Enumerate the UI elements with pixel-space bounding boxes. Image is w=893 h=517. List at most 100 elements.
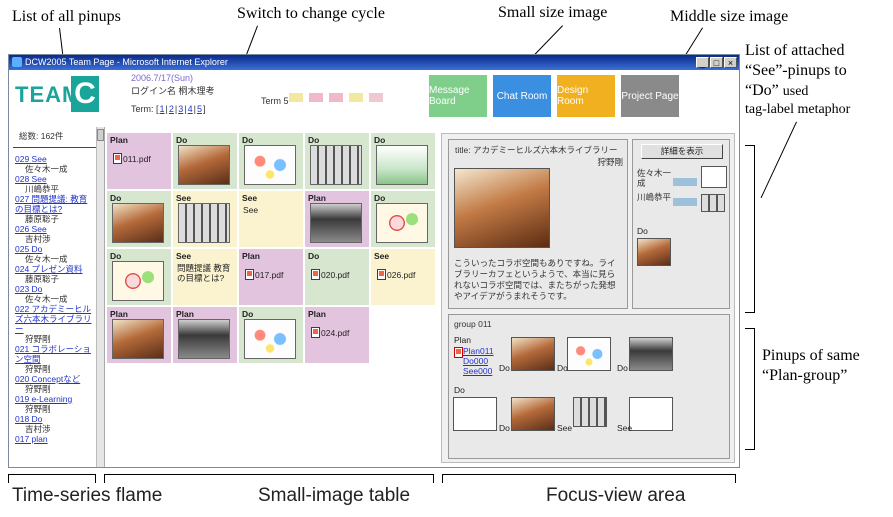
small-size-image[interactable] bbox=[178, 203, 230, 243]
pdf-file[interactable]: 017.pdf bbox=[245, 269, 283, 280]
timeline-item[interactable]: 018 Do 吉村渉 bbox=[9, 414, 93, 434]
timeline-link[interactable]: 026 See bbox=[15, 224, 47, 234]
term-swatches bbox=[289, 93, 383, 102]
group-thumb[interactable] bbox=[453, 397, 497, 431]
timeline-item[interactable]: 027 問題提議: 教育の目標とは? 藤原聡子 bbox=[9, 194, 93, 224]
middle-size-image[interactable] bbox=[454, 168, 550, 248]
pinup-cell[interactable]: See See bbox=[239, 191, 303, 247]
pdf-file[interactable]: 011.pdf bbox=[113, 153, 151, 164]
pinup-cell[interactable]: See 問題提議 教育の目標とは? bbox=[173, 249, 237, 305]
small-size-image[interactable] bbox=[310, 203, 362, 243]
group-thumb[interactable] bbox=[573, 397, 607, 427]
timeline-link[interactable]: 022 アカデミーヒルズ六本木ライブラリー bbox=[15, 304, 92, 334]
timeline-user: 吉村渉 bbox=[25, 234, 51, 244]
nav-message-board-button[interactable]: Message Board bbox=[429, 75, 487, 117]
pinup-cell[interactable]: Do bbox=[305, 133, 369, 189]
focus-author: 狩野剛 bbox=[597, 157, 623, 167]
timeline-link[interactable]: 029 See bbox=[15, 154, 47, 164]
pinup-cell[interactable]: Do bbox=[371, 191, 435, 247]
do-thumb[interactable] bbox=[637, 238, 671, 266]
pinup-cell[interactable]: Plan bbox=[305, 191, 369, 247]
tag-label[interactable] bbox=[673, 198, 697, 206]
pinup-cell[interactable]: Do bbox=[239, 307, 303, 363]
timeline-link[interactable]: 027 問題提議: 教育の目標とは? bbox=[15, 194, 87, 214]
timeline-link[interactable]: 020 Conceptなど bbox=[15, 374, 80, 384]
timeline-scrollbar[interactable] bbox=[96, 127, 104, 467]
small-size-image[interactable] bbox=[244, 319, 296, 359]
nav-design-room-button[interactable]: Design Room bbox=[557, 75, 615, 117]
timeline-item[interactable]: 017 plan bbox=[9, 434, 93, 444]
pinup-cell[interactable]: Plan 017.pdf bbox=[239, 249, 303, 305]
group-thumb[interactable] bbox=[511, 337, 555, 371]
timeline-link[interactable]: 024 プレゼン資料 bbox=[15, 264, 83, 274]
group-thumb[interactable] bbox=[629, 337, 673, 371]
timeline-item[interactable]: 026 See 吉村渉 bbox=[9, 224, 93, 244]
pinup-cell[interactable]: Plan 011.pdf bbox=[107, 133, 171, 189]
term-link-2[interactable]: 2 bbox=[169, 104, 174, 114]
pinup-cell[interactable]: Do bbox=[107, 249, 171, 305]
timeline-link[interactable]: 028 See bbox=[15, 174, 47, 184]
attached-thumb[interactable] bbox=[701, 194, 725, 212]
maximize-button[interactable]: □ bbox=[710, 57, 723, 68]
group-thumb[interactable] bbox=[511, 397, 555, 431]
pinup-cell[interactable]: Do bbox=[173, 133, 237, 189]
pinup-cell[interactable]: Plan 024.pdf bbox=[305, 307, 369, 363]
timeline-item[interactable]: 021 コラボレーション空間 狩野剛 bbox=[9, 344, 93, 374]
pinup-cell[interactable]: See bbox=[173, 191, 237, 247]
small-size-image[interactable] bbox=[178, 319, 230, 359]
group-thumb[interactable] bbox=[567, 337, 611, 371]
pinup-cell[interactable]: Do 020.pdf bbox=[305, 249, 369, 305]
small-size-image[interactable] bbox=[112, 261, 164, 301]
scroll-thumb[interactable] bbox=[97, 129, 104, 141]
term-link-4[interactable]: 4 bbox=[188, 104, 193, 114]
term-link-5[interactable]: 5 bbox=[197, 104, 202, 114]
timeline-link[interactable]: 019 e-Learning bbox=[15, 394, 72, 404]
pinup-cell[interactable]: Do bbox=[107, 191, 171, 247]
pinup-cell[interactable]: Do bbox=[239, 133, 303, 189]
timeline-link[interactable]: 018 Do bbox=[15, 414, 42, 424]
timeline-item[interactable]: 022 アカデミーヒルズ六本木ライブラリー 狩野剛 bbox=[9, 304, 93, 344]
small-size-image[interactable] bbox=[310, 145, 362, 185]
small-size-image[interactable] bbox=[376, 145, 428, 185]
focus-main-panel: title: アカデミーヒルズ六本木ライブラリー 狩野剛 こういったコラボ空間も… bbox=[448, 139, 628, 309]
group-link-plan[interactable]: Plan011 bbox=[463, 346, 494, 356]
show-detail-button[interactable]: 詳細を表示 bbox=[641, 144, 723, 159]
timeline-item[interactable]: 020 Conceptなど 狩野剛 bbox=[9, 374, 93, 394]
timeline-item[interactable]: 028 See 川嶋恭平 bbox=[9, 174, 93, 194]
close-button[interactable]: × bbox=[724, 57, 737, 68]
term-link-3[interactable]: 3 bbox=[178, 104, 183, 114]
timeline-link[interactable]: 025 Do bbox=[15, 244, 42, 254]
small-size-image[interactable] bbox=[112, 319, 164, 359]
small-size-image[interactable] bbox=[178, 145, 230, 185]
small-size-image[interactable] bbox=[112, 203, 164, 243]
term-link-1[interactable]: 1 bbox=[160, 104, 165, 114]
small-size-image[interactable] bbox=[244, 145, 296, 185]
timeline-link[interactable]: 023 Do bbox=[15, 284, 42, 294]
group-link-see[interactable]: See000 bbox=[463, 366, 494, 376]
pinup-cell[interactable]: Plan bbox=[107, 307, 171, 363]
tag-label[interactable] bbox=[673, 178, 697, 186]
nav-project-page-button[interactable]: Project Page bbox=[621, 75, 679, 117]
group-thumb[interactable] bbox=[629, 397, 673, 431]
timeline-item[interactable]: 025 Do 佐々木一成 bbox=[9, 244, 93, 264]
pdf-filename: 017.pdf bbox=[255, 270, 284, 280]
timeline-item[interactable]: 024 プレゼン資料 藤原聡子 bbox=[9, 264, 93, 284]
timeline-item[interactable]: 029 See 佐々木一成 bbox=[9, 154, 93, 174]
pdf-file[interactable]: 026.pdf bbox=[377, 269, 415, 280]
timeline-item[interactable]: 019 e-Learning 狩野剛 bbox=[9, 394, 93, 414]
minimize-button[interactable]: _ bbox=[696, 57, 709, 68]
timeline-item[interactable]: 023 Do 佐々木一成 bbox=[9, 284, 93, 304]
pinup-cell bbox=[371, 307, 435, 363]
pinup-type-label: Do bbox=[374, 135, 386, 145]
timeline-link[interactable]: 021 コラボレーション空間 bbox=[15, 344, 91, 364]
pinup-cell[interactable]: Do bbox=[371, 133, 435, 189]
group-link-do[interactable]: Do000 bbox=[463, 356, 494, 366]
pdf-file[interactable]: 020.pdf bbox=[311, 269, 349, 280]
pdf-file[interactable]: 024.pdf bbox=[311, 327, 349, 338]
pinup-cell[interactable]: See 026.pdf bbox=[371, 249, 435, 305]
timeline-link[interactable]: 017 plan bbox=[15, 434, 48, 444]
small-size-image[interactable] bbox=[376, 203, 428, 243]
pinup-cell[interactable]: Plan bbox=[173, 307, 237, 363]
nav-chat-room-button[interactable]: Chat Room bbox=[493, 75, 551, 117]
attached-thumb[interactable] bbox=[701, 166, 727, 188]
